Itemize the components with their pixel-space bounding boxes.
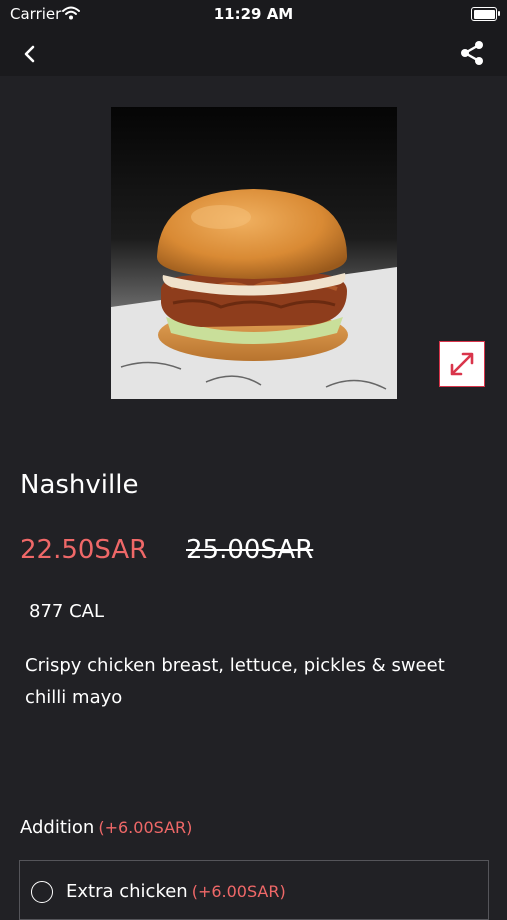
product-name: Nashville — [20, 470, 139, 500]
product-price: 22.50SAR — [20, 535, 148, 565]
share-icon[interactable] — [459, 40, 485, 66]
expand-image-button[interactable] — [439, 341, 485, 387]
expand-arrows-icon — [450, 352, 474, 376]
nav-bar — [0, 30, 507, 76]
option-extra-price: (+6.00SAR) — [191, 882, 286, 901]
addition-header: Addition (+6.00SAR) — [20, 817, 192, 838]
chevron-left-icon[interactable] — [18, 42, 42, 66]
product-image — [111, 107, 397, 399]
option-label: Extra chicken — [66, 881, 188, 902]
addition-title: Addition — [20, 817, 95, 838]
addition-option-extra-chicken[interactable]: Extra chicken (+6.00SAR) — [19, 860, 489, 920]
clock: 11:29 AM — [213, 5, 294, 23]
product-old-price: 25.00SAR — [186, 535, 314, 565]
product-calories: 877 CAL — [29, 601, 104, 622]
addition-extra-price: (+6.00SAR) — [98, 818, 193, 837]
option-label-wrapper: Extra chicken (+6.00SAR) — [66, 881, 286, 902]
battery-icon — [471, 7, 500, 21]
product-description: Crispy chicken breast, lettuce, pickles … — [25, 655, 445, 708]
status-bar: Carrier 11:29 AM — [0, 0, 507, 30]
